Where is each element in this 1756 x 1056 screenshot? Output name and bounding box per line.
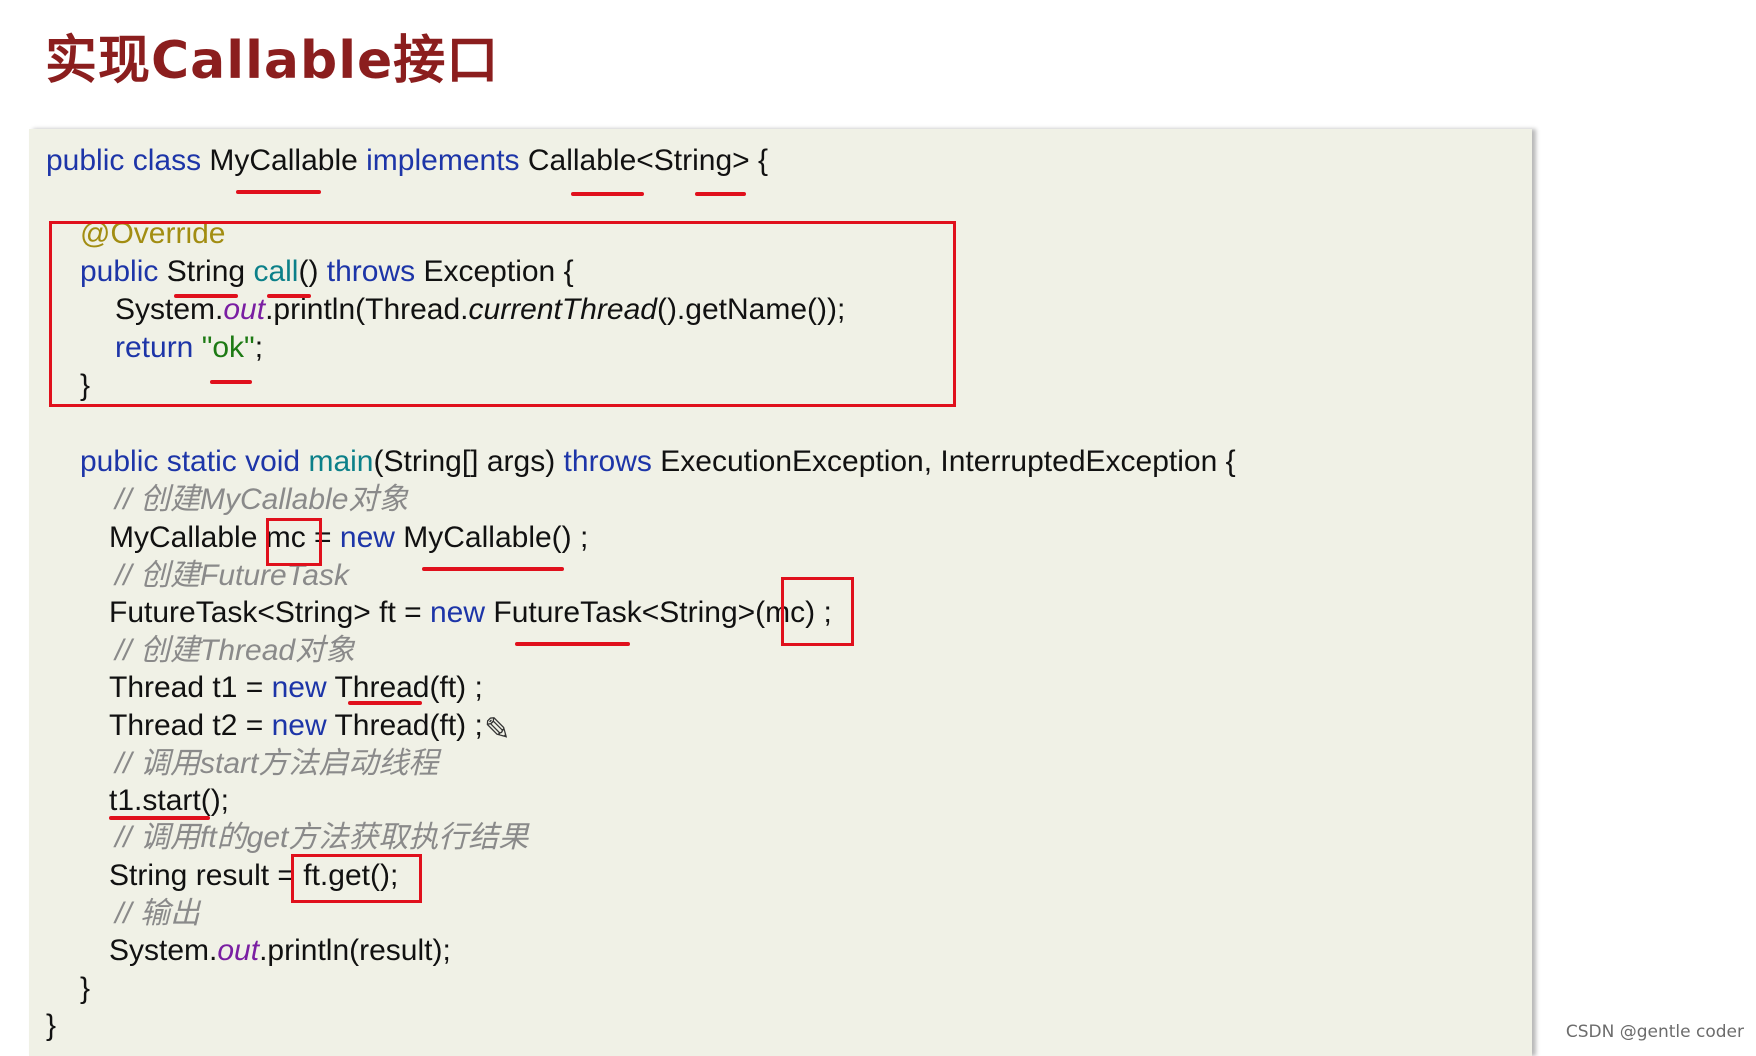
code-line-class-declaration: public class MyCallable implements Calla… — [46, 146, 768, 176]
highlight-box-mc-argument — [781, 577, 854, 646]
code-line-class-close-brace: } — [46, 1009, 57, 1042]
println-result-text: .println(result); — [259, 934, 451, 967]
comment-output: // 输出 — [115, 897, 201, 930]
code-panel: public class MyCallable implements Calla… — [29, 129, 1532, 1056]
code-line-t1-start: t1.start(); — [109, 784, 230, 817]
code-line-new-mycallable: MyCallable mc = new MyCallable() ; — [109, 523, 588, 553]
underline-string-return-type — [174, 294, 238, 298]
method-name-main: main — [308, 445, 374, 478]
keyword-new: new — [271, 671, 335, 704]
underline-futuretask-constructor — [515, 642, 630, 646]
code-line-main-close-brace: } — [80, 972, 91, 1005]
comment-call-get: // 调用ft的get方法获取执行结果 — [115, 821, 529, 854]
keyword-throws: throws — [563, 445, 661, 478]
comment-create-mycallable: // 创建MyCallable对象 — [115, 483, 409, 516]
watermark: CSDN @gentle coder — [1565, 1022, 1744, 1042]
highlight-box-call-method — [49, 221, 956, 407]
mycallable-constructor: MyCallable() ; — [403, 521, 589, 554]
class-name-mycallable: MyCallable — [209, 144, 367, 177]
futuretask-ft-text: FutureTask<String> ft = — [109, 596, 430, 629]
underline-ok — [210, 380, 252, 384]
highlight-box-ft-get — [291, 854, 422, 903]
page-title: 实现Callable接口 — [45, 31, 500, 91]
keyword-new: new — [271, 709, 335, 742]
underline-t1-start — [109, 816, 210, 820]
underline-call — [267, 294, 311, 298]
keyword-implements: implements — [366, 144, 528, 177]
system-text: System. — [109, 934, 218, 967]
underline-callable — [571, 192, 644, 196]
underline-thread — [348, 701, 422, 705]
thread-t2-text: Thread t2 = — [109, 709, 272, 742]
underline-mycallable-constructor — [422, 567, 564, 571]
underline-string-generic — [695, 192, 746, 196]
keyword-public-static-void: public static void — [80, 445, 309, 478]
keyword-new: new — [430, 596, 494, 629]
highlight-box-mc-variable — [266, 518, 322, 566]
underline-mycallable — [236, 190, 321, 194]
code-line-main-signature: public static void main(String[] args) t… — [80, 447, 1236, 477]
keyword-public-class: public class — [46, 144, 210, 177]
thread-constructor: Thread(ft) ; — [334, 671, 483, 704]
thread-t1-text: Thread t1 = — [109, 671, 272, 704]
code-line-println-result: System.out.println(result); — [109, 936, 451, 966]
comment-create-thread: // 创建Thread对象 — [115, 634, 356, 667]
pencil-cursor-icon: ✎ — [484, 711, 511, 747]
keyword-new: new — [339, 521, 404, 554]
comment-call-start: // 调用start方法启动线程 — [115, 747, 439, 780]
exception-list: ExecutionException, InterruptedException… — [660, 445, 1236, 478]
thread-constructor: Thread(ft) ; — [334, 709, 483, 742]
field-out: out — [217, 934, 260, 967]
code-line-thread-t1: Thread t1 = new Thread(ft) ; — [109, 673, 483, 703]
interface-callable-string: Callable<String> { — [527, 144, 769, 177]
main-params: (String[] args) — [373, 445, 564, 478]
code-line-thread-t2: Thread t2 = new Thread(ft) ; — [109, 711, 483, 741]
code-line-new-futuretask: FutureTask<String> ft = new FutureTask<S… — [109, 598, 832, 628]
